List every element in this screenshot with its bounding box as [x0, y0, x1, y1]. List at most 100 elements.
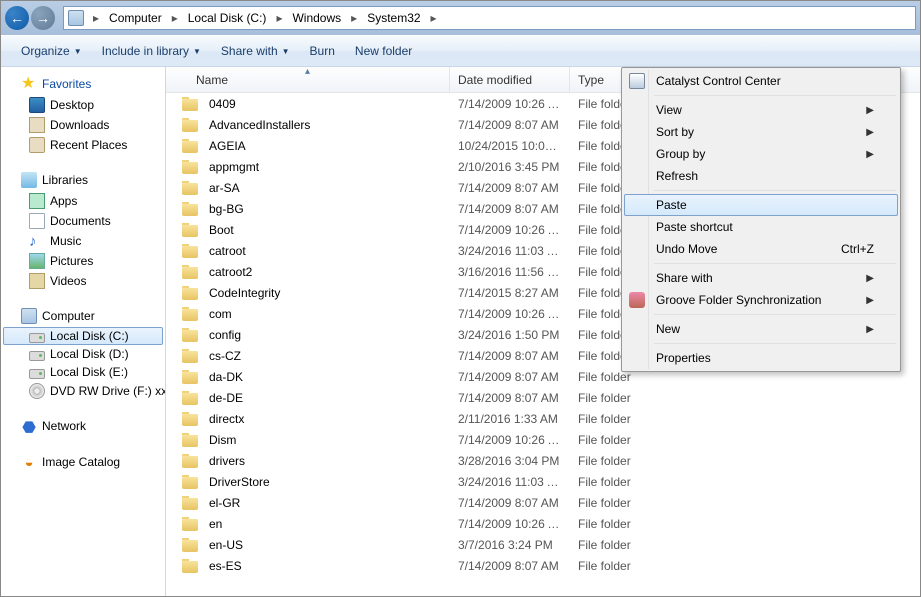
sidebar-item-apps[interactable]: Apps [3, 191, 163, 211]
folder-icon [182, 393, 198, 405]
file-name: en [209, 517, 222, 531]
image-catalog-group[interactable]: ◒ Image Catalog [3, 451, 163, 473]
file-row[interactable]: drivers3/28/2016 3:04 PMFile folder [166, 450, 920, 471]
menu-view[interactable]: View▶ [624, 99, 898, 121]
sidebar-item-downloads[interactable]: Downloads [3, 115, 163, 135]
file-row[interactable]: de-DE7/14/2009 8:07 AMFile folder [166, 387, 920, 408]
burn-button[interactable]: Burn [300, 40, 345, 62]
column-date[interactable]: Date modified [450, 67, 570, 92]
menu-undo-move[interactable]: Undo MoveCtrl+Z [624, 238, 898, 260]
back-button[interactable]: ← [5, 6, 29, 30]
sidebar-item-local-disk-c[interactable]: Local Disk (C:) [3, 327, 163, 345]
file-name: CodeIntegrity [209, 286, 280, 300]
menu-sort-by[interactable]: Sort by▶ [624, 121, 898, 143]
breadcrumb-separator[interactable]: ▸ [427, 11, 441, 25]
file-type: File folder [570, 391, 660, 405]
file-name: directx [209, 412, 244, 426]
sidebar-item-documents[interactable]: Documents [3, 211, 163, 231]
menu-catalyst[interactable]: Catalyst Control Center [624, 70, 898, 92]
folder-icon [182, 540, 198, 552]
file-name: da-DK [209, 370, 243, 384]
context-menu: Catalyst Control Center View▶ Sort by▶ G… [621, 67, 901, 372]
folder-icon [182, 225, 198, 237]
folder-icon [182, 330, 198, 342]
libraries-group[interactable]: Libraries [3, 169, 163, 191]
folder-icon [182, 351, 198, 363]
crumb-computer[interactable]: Computer [103, 7, 168, 29]
address-bar: ← → ▸ Computer ▸ Local Disk (C:) ▸ Windo… [1, 1, 920, 35]
folder-icon [182, 183, 198, 195]
file-date: 7/14/2009 8:07 AM [450, 559, 570, 573]
breadcrumb-separator[interactable]: ▸ [347, 11, 361, 25]
file-date: 7/14/2015 8:27 AM [450, 286, 570, 300]
file-date: 7/14/2009 8:07 AM [450, 391, 570, 405]
file-name: config [209, 328, 241, 342]
file-date: 2/11/2016 1:33 AM [450, 412, 570, 426]
crumb-system32[interactable]: System32 [361, 7, 426, 29]
submenu-arrow-icon: ▶ [866, 149, 874, 160]
downloads-icon [29, 117, 45, 133]
computer-icon [21, 308, 37, 324]
file-name: com [209, 307, 232, 321]
menu-paste-shortcut[interactable]: Paste shortcut [624, 216, 898, 238]
sidebar-item-local-disk-d[interactable]: Local Disk (D:) [3, 345, 163, 363]
sidebar-item-dvd-drive[interactable]: DVD RW Drive (F:) xx [3, 381, 163, 401]
file-name: en-US [209, 538, 243, 552]
sidebar-item-local-disk-e[interactable]: Local Disk (E:) [3, 363, 163, 381]
folder-icon [182, 414, 198, 426]
breadcrumb-separator[interactable]: ▸ [272, 11, 286, 25]
favorites-group[interactable]: ★ Favorites [3, 73, 163, 95]
menu-properties[interactable]: Properties [624, 347, 898, 369]
breadcrumb-separator[interactable]: ▸ [89, 11, 103, 25]
file-name: bg-BG [209, 202, 244, 216]
include-library-button[interactable]: Include in library▼ [92, 40, 211, 62]
menu-group-by[interactable]: Group by▶ [624, 143, 898, 165]
share-with-button[interactable]: Share with▼ [211, 40, 300, 62]
menu-refresh[interactable]: Refresh [624, 165, 898, 187]
network-group[interactable]: ⬣ Network [3, 415, 163, 437]
submenu-arrow-icon: ▶ [866, 295, 874, 306]
file-date: 7/14/2009 8:07 AM [450, 202, 570, 216]
libraries-icon [21, 172, 37, 188]
new-folder-button[interactable]: New folder [345, 40, 422, 62]
sidebar-item-pictures[interactable]: Pictures [3, 251, 163, 271]
file-row[interactable]: en-US3/7/2016 3:24 PMFile folder [166, 534, 920, 555]
organize-button[interactable]: Organize▼ [11, 40, 92, 62]
file-row[interactable]: DriverStore3/24/2016 11:03 AMFile folder [166, 471, 920, 492]
file-date: 7/14/2009 10:26 AM [450, 433, 570, 447]
folder-icon [182, 141, 198, 153]
file-date: 7/14/2009 8:07 AM [450, 496, 570, 510]
file-row[interactable]: es-ES7/14/2009 8:07 AMFile folder [166, 555, 920, 576]
file-row[interactable]: Dism7/14/2009 10:26 AMFile folder [166, 429, 920, 450]
menu-new[interactable]: New▶ [624, 318, 898, 340]
file-name: es-ES [209, 559, 242, 573]
folder-icon [182, 519, 198, 531]
crumb-drive[interactable]: Local Disk (C:) [182, 7, 273, 29]
file-name: el-GR [209, 496, 240, 510]
forward-button[interactable]: → [31, 6, 55, 30]
file-date: 3/7/2016 3:24 PM [450, 538, 570, 552]
computer-group[interactable]: Computer [3, 305, 163, 327]
menu-paste[interactable]: Paste [624, 194, 898, 216]
file-row[interactable]: directx2/11/2016 1:33 AMFile folder [166, 408, 920, 429]
column-name[interactable]: ▴Name [166, 67, 450, 92]
disk-icon [29, 369, 45, 379]
crumb-windows[interactable]: Windows [286, 7, 347, 29]
disk-icon [29, 333, 45, 343]
breadcrumb-separator[interactable]: ▸ [168, 11, 182, 25]
breadcrumb[interactable]: ▸ Computer ▸ Local Disk (C:) ▸ Windows ▸… [63, 6, 916, 30]
file-row[interactable]: el-GR 7/14/2009 8:07 AMFile folder [166, 492, 920, 513]
folder-icon [182, 246, 198, 258]
menu-groove[interactable]: Groove Folder Synchronization▶ [624, 289, 898, 311]
sidebar-item-music[interactable]: ♪Music [3, 231, 163, 251]
file-row[interactable]: en7/14/2009 10:26 AMFile folder [166, 513, 920, 534]
file-type: File folder [570, 496, 660, 510]
sidebar-item-recent-places[interactable]: Recent Places [3, 135, 163, 155]
folder-icon [182, 372, 198, 384]
sidebar-item-desktop[interactable]: Desktop [3, 95, 163, 115]
folder-icon [182, 309, 198, 321]
star-icon: ★ [21, 76, 37, 92]
sidebar-item-videos[interactable]: Videos [3, 271, 163, 291]
menu-share-with[interactable]: Share with▶ [624, 267, 898, 289]
navigation-pane: ★ Favorites Desktop Downloads Recent Pla… [1, 67, 166, 596]
